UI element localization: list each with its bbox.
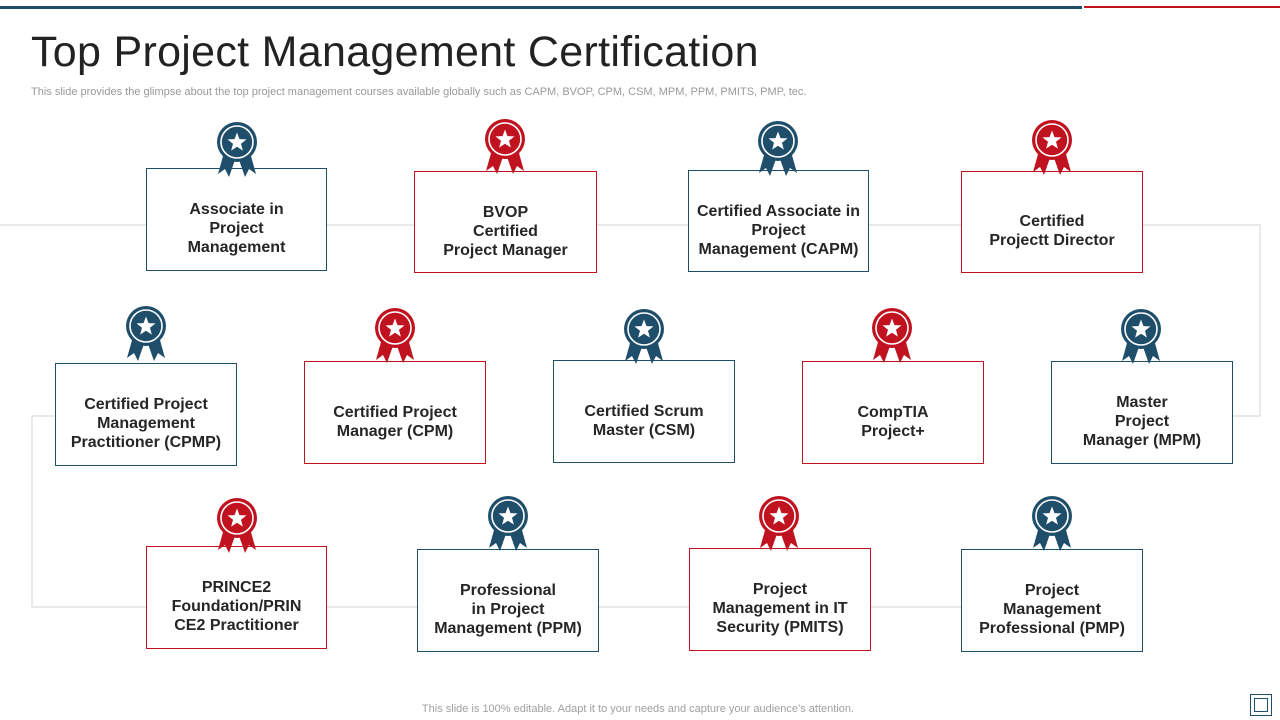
cert-card-cpmp: Certified Project Management Practitione… <box>55 363 237 466</box>
cert-card-capm: Certified Associate in Project Managemen… <box>688 170 869 272</box>
footer-note: This slide is 100% editable. Adapt it to… <box>421 703 855 715</box>
cert-label: Project Management in IT Security (PMITS… <box>712 581 848 636</box>
slide-corner-icon <box>1250 694 1272 716</box>
ribbon-medal-icon <box>872 308 912 363</box>
cert-label: Certified Project Management Practitione… <box>70 396 222 451</box>
cert-label: PRINCE2 Foundation/PRIN CE2 Practitioner <box>171 579 302 634</box>
cert-card-bvop: BVOP Certified Project Manager <box>414 171 597 273</box>
cert-card-certified-project-director: Certified Projectt Director <box>961 171 1143 273</box>
cert-card-ppm: Professional in Project Management (PPM) <box>417 549 599 652</box>
ribbon-medal-icon <box>1121 309 1161 364</box>
cert-label: Professional in Project Management (PPM) <box>434 582 582 637</box>
cert-card-pmp: Project Management Professional (PMP) <box>961 549 1143 652</box>
cert-card-prince2: PRINCE2 Foundation/PRIN CE2 Practitioner <box>146 546 327 649</box>
ribbon-medal-icon <box>375 308 415 363</box>
cert-label: Certified Projectt Director <box>989 213 1115 249</box>
cert-card-comptia: CompTIA Project+ <box>802 361 984 464</box>
ribbon-medal-icon <box>759 496 799 551</box>
cert-label: Certified Scrum Master (CSM) <box>584 402 704 439</box>
ribbon-medal-icon <box>126 306 166 361</box>
ribbon-medal-icon <box>624 309 664 364</box>
ribbon-medal-icon <box>217 122 257 177</box>
cert-card-csm: Certified Scrum Master (CSM) <box>553 360 735 463</box>
cert-label: Certified Associate in Project Managemen… <box>696 202 860 258</box>
cert-card-mpm: Master Project Manager (MPM) <box>1051 361 1233 464</box>
cert-card-associate-in-project-management: Associate in Project Management <box>146 168 327 271</box>
cert-label: Project Management Professional (PMP) <box>979 582 1125 637</box>
cert-label: Associate in Project Management <box>187 201 286 256</box>
cert-card-pmits: Project Management in IT Security (PMITS… <box>689 548 871 651</box>
cert-card-cpm: Certified Project Manager (CPM) <box>304 361 486 464</box>
cert-label: BVOP Certified Project Manager <box>443 203 568 259</box>
ribbon-medal-icon <box>485 119 525 174</box>
ribbon-medal-icon <box>758 121 798 176</box>
cert-label: Master Project Manager (MPM) <box>1082 394 1202 449</box>
cert-label: CompTIA Project+ <box>857 403 929 440</box>
cert-label: Certified Project Manager (CPM) <box>333 403 457 440</box>
ribbon-medal-icon <box>488 496 528 551</box>
ribbon-medal-icon <box>1032 120 1072 175</box>
ribbon-medal-icon <box>217 498 257 553</box>
ribbon-medal-icon <box>1032 496 1072 551</box>
